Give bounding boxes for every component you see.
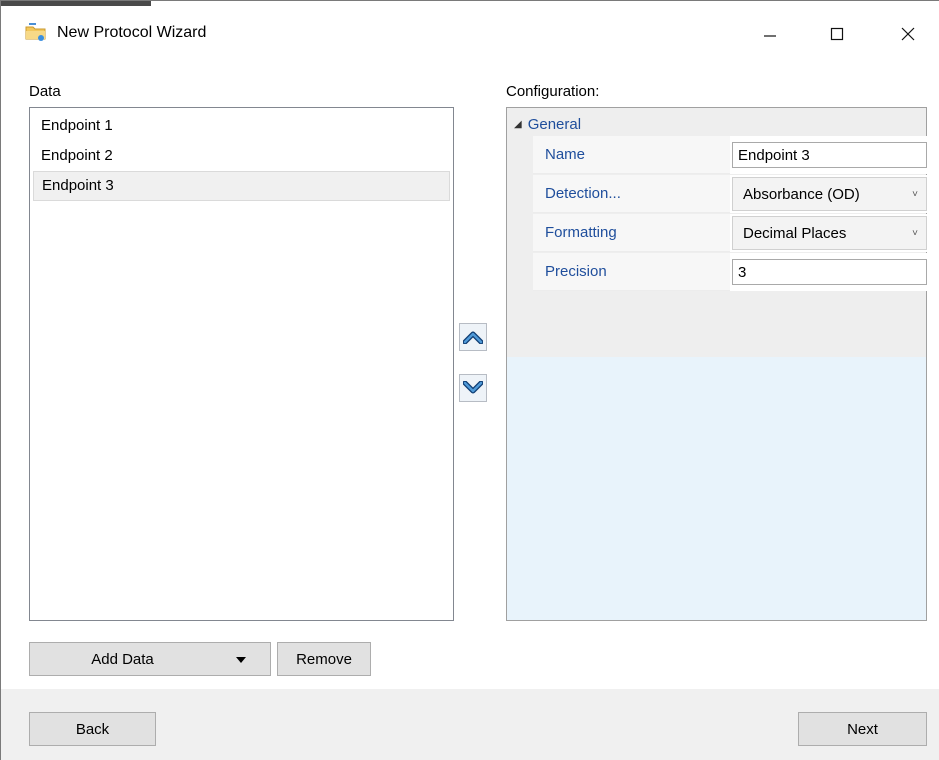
property-name-label: Name [533,136,730,174]
wizard-folder-icon [25,22,47,42]
title-bar[interactable]: New Protocol Wizard [1,6,939,60]
wizard-window: New Protocol Wizard Data Endpoint 1 Endp… [0,0,939,760]
property-formatting-label: Formatting [533,214,730,252]
list-item-endpoint-3[interactable]: Endpoint 3 [33,171,450,201]
chevron-down-icon: ˅ [912,227,918,239]
group-general[interactable]: ◢ General [514,113,581,135]
remove-button[interactable]: Remove [277,642,371,676]
group-general-label: General [527,115,582,133]
chevron-down-icon: ˅ [912,188,918,200]
close-icon [901,27,915,41]
minimize-icon [764,35,776,37]
move-down-button[interactable] [459,374,487,402]
name-field[interactable]: Endpoint 3 [732,142,927,168]
move-up-button[interactable] [459,323,487,351]
back-button[interactable]: Back [29,712,156,746]
list-item-endpoint-1[interactable]: Endpoint 1 [33,111,450,141]
list-item-endpoint-2[interactable]: Endpoint 2 [33,141,450,171]
property-grid: ◢ General Name Endpoint 3 Detection... A… [506,107,927,621]
configuration-label: Configuration: [506,83,600,100]
dropdown-arrow-icon[interactable] [235,652,247,669]
next-button[interactable]: Next [798,712,927,746]
property-row-detection: Detection... Absorbance (OD) ˅ [533,175,927,213]
move-down-icon [463,381,483,394]
property-row-formatting: Formatting Decimal Places ˅ [533,214,927,252]
data-label: Data [29,83,61,100]
close-button[interactable] [885,16,931,52]
data-listbox[interactable]: Endpoint 1 Endpoint 2 Endpoint 3 [29,107,454,621]
add-data-button[interactable]: Add Data [29,642,271,676]
maximize-icon [830,27,844,41]
property-row-name: Name Endpoint 3 [533,136,927,174]
add-data-label: Add Data [91,650,154,668]
precision-field[interactable]: 3 [732,259,927,285]
formatting-dropdown-value: Decimal Places [743,224,847,242]
minimize-button[interactable] [747,16,793,52]
property-row-precision: Precision 3 [533,253,927,291]
maximize-button[interactable] [814,16,860,52]
window-title: New Protocol Wizard [57,24,207,41]
collapse-triangle-icon[interactable]: ◢ [514,119,522,130]
formatting-dropdown[interactable]: Decimal Places ˅ [732,216,927,250]
property-precision-label: Precision [533,253,730,291]
detection-dropdown[interactable]: Absorbance (OD) ˅ [732,177,927,211]
move-up-icon [463,331,483,344]
detection-dropdown-value: Absorbance (OD) [743,185,860,203]
property-detection-label: Detection... [533,175,730,213]
